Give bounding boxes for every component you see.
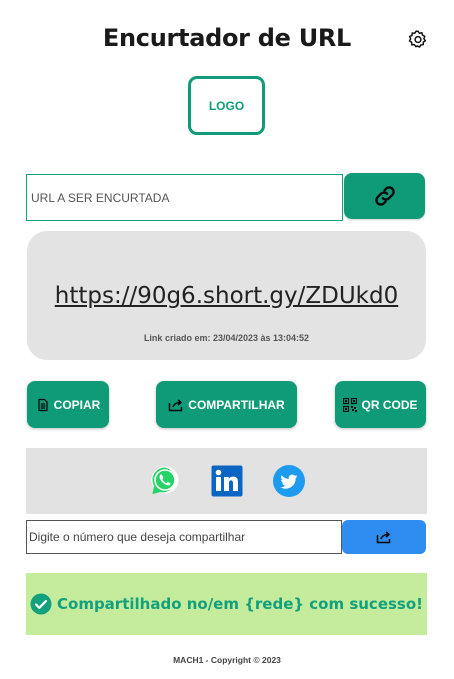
result-card: https://90g6.short.gy/ZDUkd0 Link criado… — [27, 231, 426, 360]
shorten-button[interactable] — [344, 173, 425, 219]
linkedin-icon[interactable] — [211, 465, 243, 497]
copy-button[interactable]: COPIAR — [27, 381, 109, 428]
copy-label: COPIAR — [53, 397, 101, 412]
social-bar — [26, 448, 427, 514]
created-timestamp: Link criado em: 23/04/2023 às 13:04:52 — [143, 333, 310, 343]
document-icon — [38, 398, 48, 411]
twitter-icon[interactable] — [273, 465, 305, 497]
qr-code-icon — [343, 397, 358, 412]
short-url-link[interactable]: https://90g6.short.gy/ZDUkd0 — [27, 283, 426, 309]
whatsapp-icon[interactable] — [149, 465, 181, 497]
success-message: Compartilhado no/em {rede} com sucesso! — [57, 595, 423, 613]
share-label: COMPARTILHAR — [188, 397, 285, 412]
send-share-button[interactable] — [342, 520, 426, 554]
footer-copyright: MACH1 - Copyright © 2023 — [173, 655, 281, 665]
qr-code-button[interactable]: QR CODE — [335, 381, 426, 428]
logo-label: LOGO — [208, 98, 245, 113]
share-button[interactable]: COMPARTILHAR — [156, 381, 297, 428]
check-circle-icon — [30, 593, 52, 615]
link-icon — [374, 186, 395, 206]
gear-icon[interactable] — [407, 29, 429, 51]
success-banner: Compartilhado no/em {rede} com sucesso! — [26, 573, 427, 635]
share-icon — [376, 531, 391, 544]
logo: LOGO — [188, 76, 265, 135]
qr-code-label: QR CODE — [361, 397, 418, 412]
url-input[interactable] — [26, 174, 343, 221]
phone-input[interactable] — [26, 520, 342, 554]
share-icon — [168, 398, 183, 411]
page-title: Encurtador de URL — [102, 24, 352, 52]
